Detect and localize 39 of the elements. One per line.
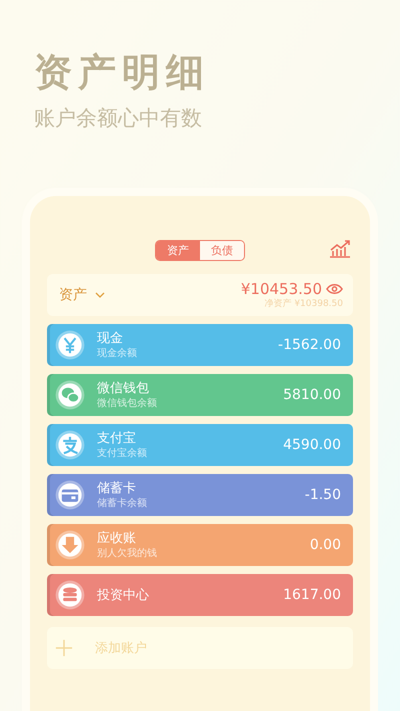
summary-label[interactable]: 资产 xyxy=(59,286,87,304)
account-card[interactable]: 微信钱包 微信钱包余额 5810.00 xyxy=(47,374,353,416)
account-name: 微信钱包 xyxy=(97,380,150,397)
chart-icon[interactable] xyxy=(329,240,351,258)
account-note: 微信钱包余额 xyxy=(97,397,158,410)
account-balance: 1617.00 xyxy=(283,587,341,603)
account-card[interactable]: 投资中心 1617.00 xyxy=(47,574,353,616)
account-name: 应收账 xyxy=(97,530,137,547)
receivable-icon xyxy=(55,530,85,560)
tab[interactable]: 资产 xyxy=(156,240,200,260)
plus-icon xyxy=(55,639,73,657)
caret-icon[interactable] xyxy=(95,292,105,298)
invest-icon xyxy=(55,580,85,610)
account-balance: 5810.00 xyxy=(283,387,341,403)
net-assets: 净资产 ¥10398.50 xyxy=(264,298,343,310)
account-balance: -1562.00 xyxy=(278,337,341,353)
tagline: 账户余额心中有数 xyxy=(34,105,203,132)
account-note: 储蓄卡余额 xyxy=(97,497,148,510)
card-icon xyxy=(55,480,85,510)
account-name: 现金 xyxy=(97,330,124,347)
account-name: 储蓄卡 xyxy=(97,480,137,497)
account-name: 投资中心 xyxy=(97,586,150,604)
account-note: 支付宝余额 xyxy=(97,447,148,460)
eye-icon[interactable] xyxy=(326,283,343,295)
account-name: 支付宝 xyxy=(97,430,137,447)
total-amount: ¥10453.50 xyxy=(240,280,322,298)
account-balance: -1.50 xyxy=(304,487,341,503)
add-account-button[interactable]: 添加账户 xyxy=(47,627,353,669)
account-card[interactable]: 应收账 别人欠我的钱 0.00 xyxy=(47,524,353,566)
account-balance: 0.00 xyxy=(310,537,341,553)
account-note: 别人欠我的钱 xyxy=(97,547,158,560)
headline: 资产明细 xyxy=(34,48,211,96)
tab[interactable]: 负债 xyxy=(200,240,244,260)
account-note: 现金余额 xyxy=(97,347,138,360)
account-card[interactable]: 现金 现金余额 -1562.00 xyxy=(47,324,353,366)
account-card[interactable]: 支付宝 支付宝余额 4590.00 xyxy=(47,424,353,466)
account-card[interactable]: 储蓄卡 储蓄卡余额 -1.50 xyxy=(47,474,353,516)
account-balance: 4590.00 xyxy=(283,437,341,453)
yen-icon xyxy=(55,330,85,360)
